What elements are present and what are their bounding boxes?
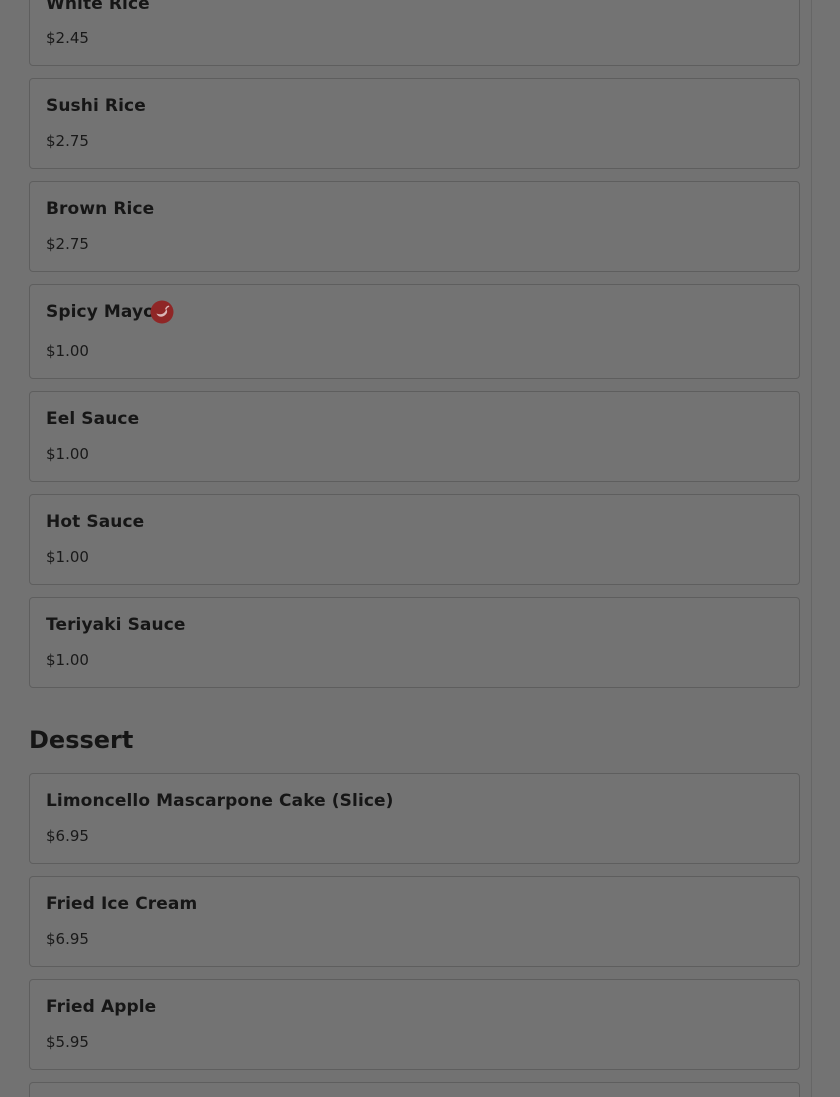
menu-item-name: Fried Apple (46, 997, 157, 1017)
menu-page: White Rice $2.45 Sushi Rice $2.75 Brown … (0, 0, 840, 1097)
menu-item-card-sushi-rice[interactable]: Sushi Rice $2.75 (29, 78, 800, 169)
menu-item-card-eel-sauce[interactable]: Eel Sauce $1.00 (29, 391, 800, 482)
menu-item-name: Limoncello Mascarpone Cake (Slice) (46, 791, 394, 811)
menu-item-name: Brown Rice (46, 199, 155, 219)
menu-item-price: $2.45 (46, 29, 89, 47)
menu-item-card-spicy-mayo[interactable]: Spicy Mayo $1.00 (29, 284, 800, 379)
menu-item-card-fried-ice-cream[interactable]: Fried Ice Cream $6.95 (29, 876, 800, 967)
menu-item-name: Eel Sauce (46, 409, 140, 429)
menu-item-price: $2.75 (46, 132, 89, 150)
menu-item-card-partial[interactable] (29, 1082, 800, 1097)
menu-item-name: Hot Sauce (46, 512, 145, 532)
menu-item-card-fried-apple[interactable]: Fried Apple $5.95 (29, 979, 800, 1070)
menu-item-name: Sushi Rice (46, 96, 146, 116)
menu-item-price: $5.95 (46, 1033, 89, 1051)
menu-item-price: $1.00 (46, 445, 89, 463)
menu-content: White Rice $2.45 Sushi Rice $2.75 Brown … (0, 0, 811, 1097)
chili-pepper-icon (150, 300, 174, 324)
menu-item-name: Fried Ice Cream (46, 894, 198, 914)
menu-item-name: Spicy Mayo (46, 302, 155, 322)
menu-item-price: $2.75 (46, 235, 89, 253)
menu-item-name: White Rice (46, 0, 150, 14)
menu-item-card-teriyaki-sauce[interactable]: Teriyaki Sauce $1.00 (29, 597, 800, 688)
scrollbar-track[interactable] (811, 0, 840, 1097)
menu-item-card-white-rice[interactable]: White Rice $2.45 (29, 0, 800, 66)
menu-item-card-brown-rice[interactable]: Brown Rice $2.75 (29, 181, 800, 272)
menu-item-card-hot-sauce[interactable]: Hot Sauce $1.00 (29, 494, 800, 585)
menu-item-price: $1.00 (46, 548, 89, 566)
menu-item-price: $1.00 (46, 342, 89, 360)
menu-item-price: $1.00 (46, 651, 89, 669)
section-title-dessert: Dessert (29, 726, 134, 754)
menu-item-card-limoncello-cake[interactable]: Limoncello Mascarpone Cake (Slice) $6.95 (29, 773, 800, 864)
menu-item-price: $6.95 (46, 930, 89, 948)
menu-item-name: Teriyaki Sauce (46, 615, 186, 635)
menu-item-price: $6.95 (46, 827, 89, 845)
